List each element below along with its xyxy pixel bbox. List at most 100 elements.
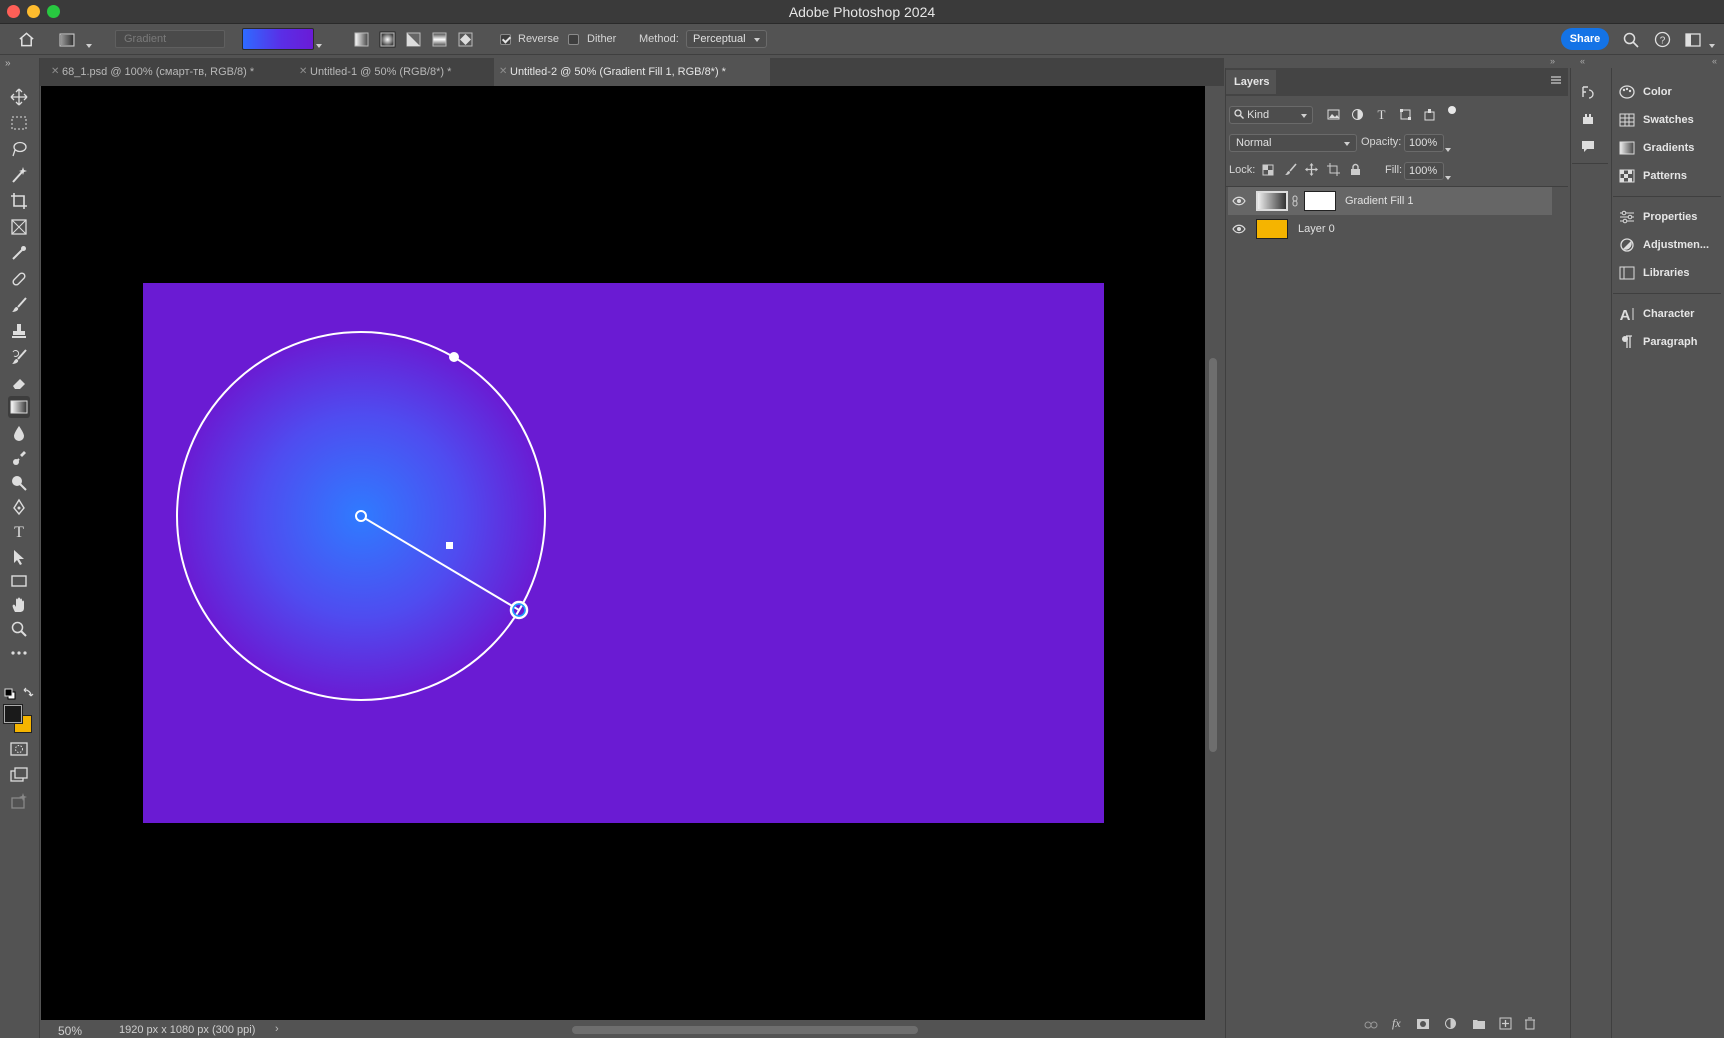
radial-gradient-overlay[interactable] bbox=[143, 283, 1104, 823]
panel-libraries[interactable]: Libraries bbox=[1619, 262, 1689, 284]
history-icon[interactable] bbox=[1580, 84, 1596, 103]
panel-paragraph[interactable]: Paragraph bbox=[1619, 331, 1697, 353]
link-layers-icon[interactable] bbox=[1364, 1019, 1378, 1033]
generative-icon[interactable] bbox=[8, 790, 30, 812]
workspace-icon[interactable] bbox=[1684, 31, 1701, 48]
layer-row-gradient-fill-1[interactable]: Gradient Fill 1 bbox=[1228, 187, 1552, 215]
delete-layer-icon[interactable] bbox=[1524, 1017, 1536, 1033]
layer-row-layer-0[interactable]: Layer 0 bbox=[1228, 215, 1552, 243]
eraser-icon[interactable] bbox=[8, 372, 30, 394]
lock-all-icon[interactable] bbox=[1350, 163, 1361, 179]
panel-properties[interactable]: Properties bbox=[1619, 206, 1697, 228]
chevron-right-icon[interactable]: › bbox=[275, 1023, 279, 1035]
tab-untitled-2[interactable]: ✕ Untitled-2 @ 50% (Gradient Fill 1, RGB… bbox=[494, 58, 770, 86]
pen-tool-icon[interactable] bbox=[8, 496, 30, 518]
gradient-midpoint-handle[interactable] bbox=[446, 542, 453, 549]
brush-tool-icon[interactable] bbox=[8, 294, 30, 316]
gradient-picker-swatch[interactable] bbox=[242, 28, 314, 50]
lock-position-icon[interactable] bbox=[1305, 163, 1318, 179]
add-mask-icon[interactable] bbox=[1416, 1018, 1430, 1033]
filter-shape-icon[interactable] bbox=[1399, 108, 1412, 124]
frame-tool-icon[interactable] bbox=[8, 216, 30, 238]
layer-filter-dropdown[interactable]: Kind bbox=[1229, 106, 1313, 124]
panel-swatches[interactable]: Swatches bbox=[1619, 109, 1694, 131]
visibility-eye-icon[interactable] bbox=[1232, 223, 1246, 235]
panel-gradients[interactable]: Gradients bbox=[1619, 137, 1694, 159]
radial-gradient-icon[interactable] bbox=[379, 31, 396, 48]
lasso-tool-icon[interactable] bbox=[8, 138, 30, 160]
collapse-dock-icon[interactable]: « bbox=[1712, 56, 1717, 66]
tab-untitled-1[interactable]: ✕ Untitled-1 @ 50% (RGB/8*) * bbox=[294, 58, 490, 86]
layer-thumbnail[interactable] bbox=[1256, 219, 1288, 239]
filter-adjustment-icon[interactable] bbox=[1351, 108, 1364, 124]
default-colors-icon[interactable] bbox=[4, 688, 16, 700]
type-tool-icon[interactable]: T bbox=[8, 520, 30, 542]
lock-artboard-icon[interactable] bbox=[1327, 163, 1340, 179]
horizontal-scrollbar[interactable] bbox=[572, 1026, 918, 1034]
layer-style-fx-icon[interactable]: fx bbox=[1392, 1016, 1401, 1031]
share-button[interactable]: Share bbox=[1561, 28, 1609, 50]
marquee-tool-icon[interactable] bbox=[8, 112, 30, 134]
opacity-dropdown-icon[interactable] bbox=[1445, 141, 1451, 155]
lock-pixels-icon[interactable] bbox=[1284, 163, 1297, 179]
move-tool-icon[interactable] bbox=[8, 86, 30, 108]
burn-tool-icon[interactable] bbox=[8, 472, 30, 494]
new-adjustment-icon[interactable] bbox=[1444, 1017, 1457, 1033]
opacity-field[interactable]: 100% bbox=[1404, 134, 1444, 152]
zoom-level[interactable]: 50% bbox=[58, 1024, 82, 1038]
layer-name[interactable]: Layer 0 bbox=[1298, 223, 1335, 235]
filter-pixel-icon[interactable] bbox=[1327, 108, 1340, 124]
plugins-icon[interactable] bbox=[1581, 112, 1595, 129]
diamond-gradient-icon[interactable] bbox=[457, 31, 474, 48]
panel-color[interactable]: Color bbox=[1619, 81, 1672, 103]
magic-wand-icon[interactable] bbox=[8, 164, 30, 186]
layer-name[interactable]: Gradient Fill 1 bbox=[1345, 195, 1413, 207]
blend-mode-dropdown[interactable]: Normal bbox=[1229, 134, 1357, 152]
new-layer-icon[interactable] bbox=[1499, 1017, 1512, 1033]
link-icon[interactable] bbox=[1292, 195, 1298, 207]
clone-stamp-icon[interactable] bbox=[8, 320, 30, 342]
reverse-checkbox[interactable] bbox=[500, 34, 511, 45]
gradient-tool-icon[interactable] bbox=[8, 396, 30, 418]
healing-brush-icon[interactable] bbox=[8, 268, 30, 290]
panel-character[interactable]: A Character bbox=[1619, 303, 1695, 325]
method-dropdown[interactable]: Perceptual bbox=[686, 30, 767, 48]
vertical-scrollbar[interactable] bbox=[1209, 358, 1217, 752]
quick-mask-icon[interactable] bbox=[8, 738, 30, 760]
panel-menu-icon[interactable] bbox=[1550, 74, 1562, 88]
layer-thumbnail[interactable] bbox=[1256, 191, 1288, 211]
tool-preset-icon[interactable] bbox=[58, 31, 75, 48]
close-tab-icon[interactable]: ✕ bbox=[51, 58, 59, 86]
comments-icon[interactable] bbox=[1581, 140, 1595, 157]
screen-mode-icon[interactable] bbox=[8, 764, 30, 786]
rectangle-tool-icon[interactable] bbox=[8, 570, 30, 592]
tab-layers[interactable]: Layers bbox=[1226, 70, 1276, 94]
document-info[interactable]: 1920 px x 1080 px (300 ppi) bbox=[119, 1024, 255, 1036]
angle-gradient-icon[interactable] bbox=[405, 31, 422, 48]
tool-preset-dropdown-icon[interactable] bbox=[86, 37, 92, 51]
gradient-focus-handle[interactable] bbox=[449, 352, 459, 362]
panel-patterns[interactable]: Patterns bbox=[1619, 165, 1687, 187]
gradient-picker-dropdown-icon[interactable] bbox=[316, 37, 322, 51]
dodge-tool-icon[interactable] bbox=[8, 448, 30, 470]
filter-smart-object-icon[interactable] bbox=[1423, 108, 1436, 124]
fill-dropdown-icon[interactable] bbox=[1445, 169, 1451, 183]
tab-68-1-psd[interactable]: ✕ 68_1.psd @ 100% (смарт-тв, RGB/8) * bbox=[46, 58, 290, 86]
collapse-panel-icon[interactable]: » bbox=[1550, 56, 1555, 66]
filter-type-icon[interactable]: T bbox=[1375, 107, 1388, 124]
new-group-icon[interactable] bbox=[1472, 1018, 1486, 1033]
lock-transparent-icon[interactable] bbox=[1262, 164, 1274, 179]
search-icon[interactable] bbox=[1622, 31, 1639, 48]
eyedropper-icon[interactable] bbox=[8, 242, 30, 264]
visibility-eye-icon[interactable] bbox=[1232, 195, 1246, 207]
foreground-color-swatch[interactable] bbox=[3, 704, 23, 724]
collapse-tools-icon[interactable]: » bbox=[5, 58, 11, 69]
close-tab-icon[interactable]: ✕ bbox=[499, 58, 507, 86]
zoom-tool-icon[interactable] bbox=[8, 618, 30, 640]
path-selection-icon[interactable] bbox=[8, 546, 30, 568]
blur-tool-icon[interactable] bbox=[8, 422, 30, 444]
workspace-dropdown-icon[interactable] bbox=[1709, 37, 1715, 51]
fill-field[interactable]: 100% bbox=[1404, 162, 1444, 180]
help-icon[interactable]: ? bbox=[1654, 31, 1671, 48]
hand-tool-icon[interactable] bbox=[8, 594, 30, 616]
